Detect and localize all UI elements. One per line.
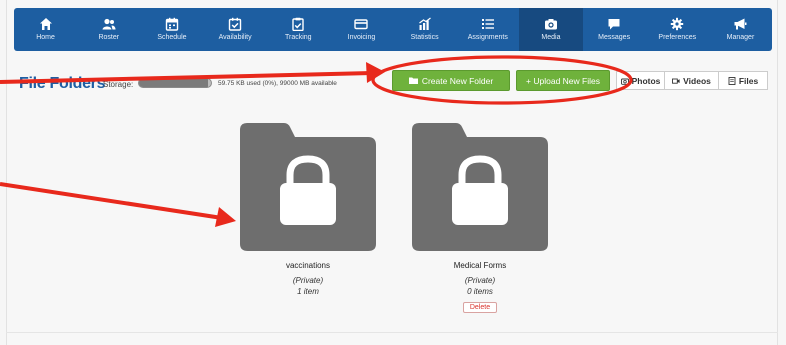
credit-card-icon — [354, 19, 369, 30]
tab-videos-label: Videos — [683, 75, 711, 86]
folder-name[interactable]: Medical Forms — [412, 261, 548, 270]
nav-preferences[interactable]: Preferences — [646, 8, 709, 51]
chat-icon — [608, 19, 620, 30]
create-folder-label: Create New Folder — [421, 75, 494, 86]
nav-manager[interactable]: Manager — [709, 8, 772, 51]
nav-label: Home — [36, 34, 55, 41]
nav-label: Invoicing — [347, 34, 376, 41]
users-icon — [102, 18, 116, 30]
locked-folder-icon — [240, 123, 376, 251]
nav-label: Tracking — [284, 34, 312, 41]
delete-folder-button[interactable]: Delete — [462, 302, 498, 313]
tab-photos-label: Photos — [631, 75, 661, 86]
storage-bar — [138, 78, 212, 88]
file-icon — [728, 76, 736, 85]
megaphone-icon — [734, 18, 747, 30]
page: Home Roster Schedule Availability Tracki… — [0, 0, 786, 345]
gear-icon — [671, 17, 684, 31]
content-panel — [6, 0, 778, 345]
nav-label: Manager — [726, 34, 755, 41]
folder-icon — [408, 77, 418, 84]
folder-item-count: 1 item — [297, 287, 319, 296]
page-title: File Folders — [19, 75, 106, 92]
upload-files-button[interactable]: + Upload New Files — [516, 70, 610, 91]
nav-assignments[interactable]: Assignments — [456, 8, 519, 51]
nav-messages[interactable]: Messages — [583, 8, 646, 51]
create-folder-button[interactable]: Create New Folder — [392, 70, 510, 91]
camera-icon — [620, 78, 629, 85]
folder-card[interactable]: vaccinations (Private) 1 item — [240, 123, 376, 296]
locked-folder-icon — [412, 123, 548, 251]
nav-label: Schedule — [157, 34, 187, 41]
nav-tracking[interactable]: Tracking — [267, 8, 330, 51]
folder-card[interactable]: Medical Forms (Private) 0 items Delete — [412, 123, 548, 314]
nav-label: Messages — [598, 34, 631, 41]
nav-label: Assignments — [467, 34, 508, 41]
nav-schedule[interactable]: Schedule — [140, 8, 203, 51]
video-icon — [672, 78, 680, 84]
nav-statistics[interactable]: Statistics — [393, 8, 456, 51]
nav-invoicing[interactable]: Invoicing — [330, 8, 393, 51]
storage-bar-fill — [139, 79, 209, 87]
folder-item-count: 0 items — [467, 287, 493, 296]
storage-usage-text: 59.75 KB used (0%), 99000 MB available — [218, 80, 337, 87]
chart-icon — [418, 17, 431, 30]
tab-videos[interactable]: Videos — [664, 71, 719, 90]
nav-label: Availability — [218, 34, 252, 41]
calendar-check-icon — [228, 17, 242, 31]
nav-home[interactable]: Home — [14, 8, 77, 51]
tab-files-label: Files — [738, 75, 759, 86]
calendar-icon — [165, 17, 179, 31]
nav-roster[interactable]: Roster — [77, 8, 140, 51]
folder-name[interactable]: vaccinations — [240, 261, 376, 270]
tab-files[interactable]: Files — [718, 71, 768, 90]
folder-privacy: (Private) — [464, 276, 496, 285]
nav-media[interactable]: Media — [519, 8, 583, 51]
nav-label: Statistics — [410, 34, 439, 41]
divider — [6, 332, 778, 333]
nav-availability[interactable]: Availability — [204, 8, 267, 51]
tab-photos[interactable]: Photos — [616, 71, 665, 90]
list-icon — [481, 19, 494, 29]
storage-label: Storage: — [103, 80, 134, 89]
nav-label: Roster — [98, 34, 120, 41]
nav-label: Media — [541, 34, 561, 41]
home-icon — [39, 18, 52, 30]
main-nav: Home Roster Schedule Availability Tracki… — [14, 8, 772, 51]
camera-icon — [544, 19, 557, 30]
upload-files-label: + Upload New Files — [526, 75, 600, 86]
folder-privacy: (Private) — [292, 276, 324, 285]
nav-label: Preferences — [658, 34, 697, 41]
clipboard-icon — [292, 17, 304, 31]
